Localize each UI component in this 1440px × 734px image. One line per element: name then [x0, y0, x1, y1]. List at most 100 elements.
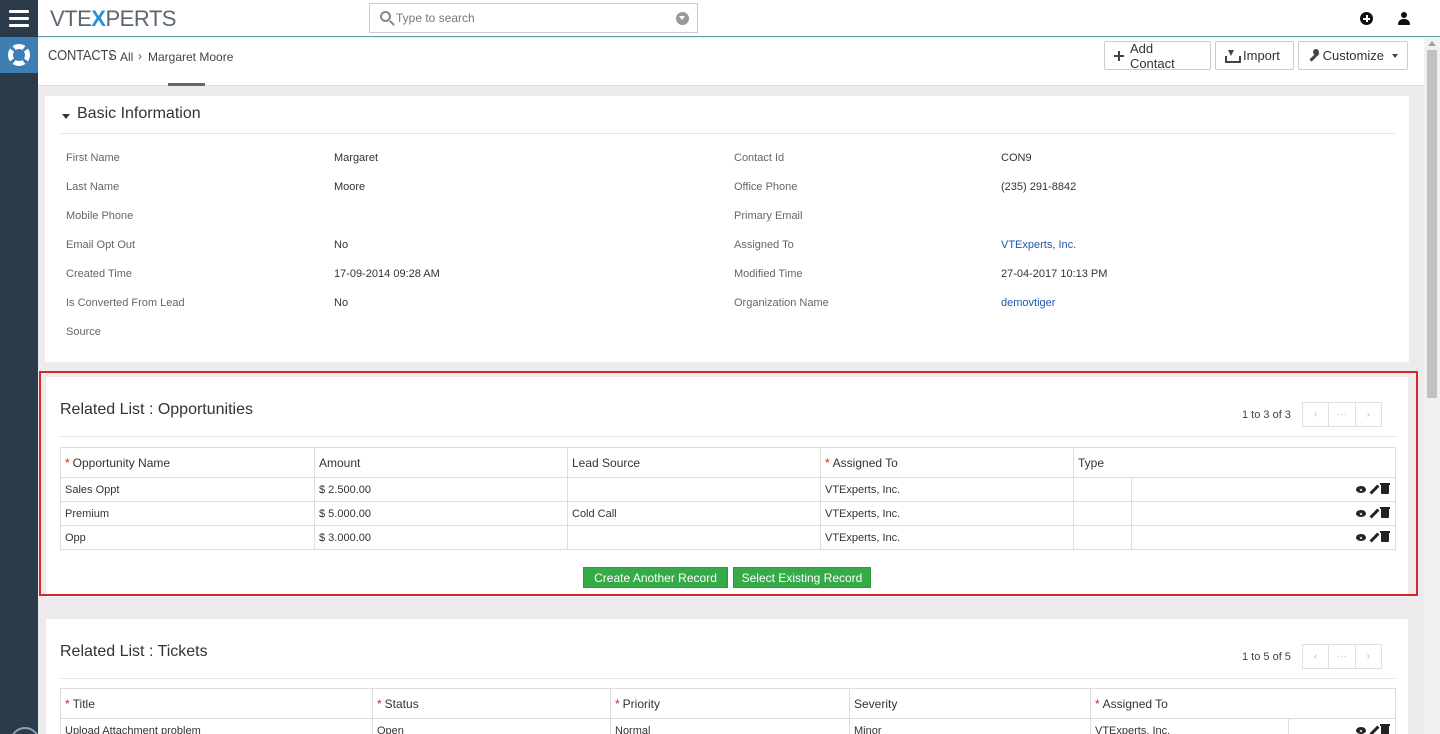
pencil-icon[interactable]	[1369, 485, 1378, 494]
breadcrumb-module[interactable]: CONTACTS	[48, 47, 117, 64]
select-existing-record-button[interactable]: Select Existing Record	[733, 567, 871, 588]
breadcrumb-record: Margaret Moore	[148, 50, 234, 64]
field-value[interactable]: Margaret	[334, 152, 378, 164]
global-search[interactable]	[369, 3, 698, 33]
opportunity-name[interactable]: Sales Oppt	[60, 477, 315, 502]
trash-icon[interactable]	[1380, 724, 1391, 734]
plus-circle-icon[interactable]	[1360, 12, 1373, 25]
row-actions	[1130, 525, 1397, 550]
add-contact-button[interactable]: Add Contact	[1104, 40, 1211, 71]
column-header[interactable]: * Opportunity Name	[60, 447, 315, 478]
assigned-to-link[interactable]: VTExperts, Inc.	[820, 501, 1074, 526]
table-row[interactable]: Opp $ 3.000.00 VTExperts, Inc.	[60, 525, 1397, 550]
field-value[interactable]: No	[334, 239, 348, 251]
column-header[interactable]: * Assigned To	[1089, 688, 1397, 719]
next-page-button[interactable]: ›	[1356, 403, 1381, 426]
user-icon[interactable]	[1398, 12, 1410, 26]
field-label: Source	[66, 326, 101, 338]
trash-icon[interactable]	[1380, 483, 1391, 495]
section-title[interactable]: Basic Information	[77, 105, 201, 123]
trash-icon[interactable]	[1380, 507, 1391, 519]
app-logo[interactable]: VTEXPERTS	[50, 6, 176, 32]
search-input[interactable]	[396, 9, 666, 27]
pencil-icon[interactable]	[1369, 533, 1378, 542]
field-value[interactable]: (235) 291-8842	[1001, 181, 1076, 193]
organization-link[interactable]: demovtiger	[1001, 297, 1055, 309]
eye-icon[interactable]	[1356, 486, 1367, 494]
column-header[interactable]: * Status	[372, 688, 611, 719]
table-row[interactable]: Premium $ 5.000.00 Cold Call VTExperts, …	[60, 501, 1397, 526]
field-label: Primary Email	[734, 210, 803, 222]
pencil-icon[interactable]	[1369, 726, 1378, 734]
ticket-title[interactable]: Upload Attachment problem	[60, 718, 373, 734]
create-another-record-button[interactable]: Create Another Record	[583, 567, 728, 588]
divider	[60, 678, 1396, 679]
assigned-to-link[interactable]: VTExperts, Inc.	[1090, 718, 1289, 734]
basic-information-section: Basic Information First Name Margaret La…	[45, 96, 1409, 362]
table-header-row: * Opportunity Name Amount Lead Source * As…	[60, 447, 1397, 478]
pagination: ‹ ··· ›	[1302, 402, 1382, 427]
search-options-dropdown-icon[interactable]	[676, 12, 689, 25]
field-value[interactable]: Moore	[334, 181, 365, 193]
table-row[interactable]: Upload Attachment problem Open Normal Mi…	[60, 718, 1397, 734]
tickets-related-list: Related List : Tickets 1 to 5 of 5 ‹ ···…	[46, 619, 1408, 734]
chevron-right-icon: ›	[138, 49, 142, 63]
table-row[interactable]: Sales Oppt $ 2.500.00 VTExperts, Inc.	[60, 477, 1397, 502]
row-actions	[1130, 477, 1397, 502]
opportunity-name[interactable]: Opp	[60, 525, 315, 550]
import-button[interactable]: Import	[1215, 41, 1294, 70]
pagination-info: 1 to 3 of 3	[1242, 409, 1291, 421]
assigned-to-link[interactable]: VTExperts, Inc.	[1001, 239, 1076, 251]
divider	[60, 133, 1395, 134]
eye-icon[interactable]	[1356, 510, 1367, 518]
assigned-to-link[interactable]: VTExperts, Inc.	[820, 477, 1074, 502]
column-header[interactable]: * Assigned To	[820, 447, 1074, 478]
trash-icon[interactable]	[1380, 531, 1391, 543]
page-jump-button[interactable]: ···	[1329, 645, 1356, 668]
related-list-title: Related List : Tickets	[60, 643, 208, 660]
type	[1073, 525, 1132, 550]
hamburger-icon[interactable]	[0, 0, 38, 37]
page-jump-button[interactable]: ···	[1329, 403, 1356, 426]
pencil-icon[interactable]	[1369, 509, 1378, 518]
scroll-up-icon[interactable]	[1428, 41, 1436, 46]
divider	[60, 436, 1396, 437]
rail-bottom-icon[interactable]	[10, 727, 40, 734]
page-scrollbar[interactable]	[1424, 38, 1440, 734]
opportunities-related-list: Related List : Opportunities 1 to 3 of 3…	[46, 377, 1408, 597]
table-header-row: * Title * Status * Priority Severity * Assig…	[60, 688, 1397, 719]
column-header[interactable]: * Title	[60, 688, 373, 719]
prev-page-button[interactable]: ‹	[1303, 645, 1330, 668]
breadcrumb-filter[interactable]: All	[120, 50, 133, 64]
eye-icon[interactable]	[1356, 727, 1367, 734]
tickets-table: * Title * Status * Priority Severity * Assig…	[60, 688, 1397, 734]
search-icon	[380, 11, 391, 22]
scrollbar-thumb[interactable]	[1427, 50, 1437, 398]
wrench-icon	[1308, 49, 1319, 61]
field-value: 17-09-2014 09:28 AM	[334, 268, 440, 280]
column-header[interactable]: Amount	[314, 447, 568, 478]
collapse-caret-icon[interactable]	[62, 114, 70, 119]
customize-button[interactable]: Customize	[1298, 41, 1408, 70]
lead-source	[567, 477, 821, 502]
column-header[interactable]: Lead Source	[567, 447, 821, 478]
assigned-to-link[interactable]: VTExperts, Inc.	[820, 525, 1074, 550]
import-label: Import	[1243, 48, 1280, 63]
column-header[interactable]: * Priority	[610, 688, 850, 719]
eye-icon[interactable]	[1356, 534, 1367, 542]
opportunity-name[interactable]: Premium	[60, 501, 315, 526]
next-page-button[interactable]: ›	[1356, 645, 1381, 668]
rail-item-support[interactable]	[0, 37, 38, 73]
column-header[interactable]: Severity	[849, 688, 1091, 719]
plus-icon	[1114, 50, 1124, 61]
field-label: Organization Name	[734, 297, 829, 309]
row-actions	[1130, 501, 1397, 526]
field-value[interactable]: No	[334, 297, 348, 309]
column-header[interactable]: Type	[1072, 447, 1397, 478]
caret-down-icon	[1392, 53, 1398, 58]
prev-page-button[interactable]: ‹	[1303, 403, 1330, 426]
related-list-title: Related List : Opportunities	[60, 401, 253, 418]
field-label: Modified Time	[734, 268, 803, 280]
field-label: Office Phone	[734, 181, 798, 193]
add-contact-label: Add Contact	[1129, 40, 1175, 71]
